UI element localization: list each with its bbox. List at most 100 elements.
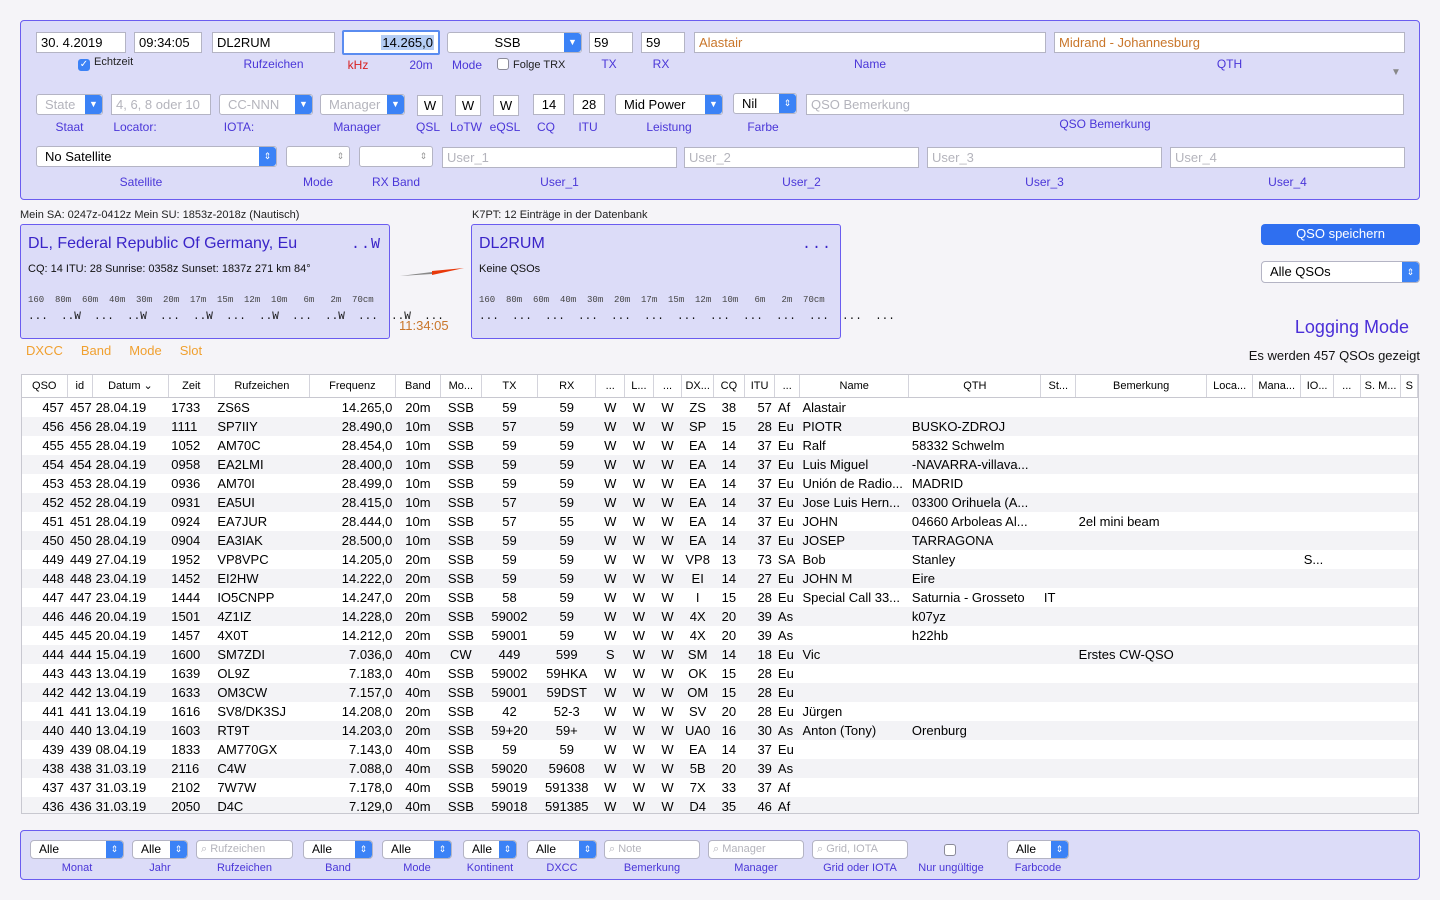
- column-header[interactable]: Name: [799, 375, 910, 398]
- power-select[interactable]: Mid Power ▼: [615, 94, 723, 115]
- column-header[interactable]: id: [67, 375, 94, 398]
- column-header[interactable]: S: [1400, 375, 1418, 398]
- table-row[interactable]: 442 442 13.04.19 1633 OM3CW 7.157,0 40m SSB 5900…: [22, 682, 1418, 702]
- user2-field[interactable]: User_2: [684, 147, 919, 168]
- table-row[interactable]: 448 448 23.04.19 1452 EI2HW 14.222,0 20m SSB 59 5…: [22, 568, 1418, 588]
- mode-filter[interactable]: Alle ⇕: [382, 840, 452, 859]
- column-header[interactable]: QTH: [908, 375, 1042, 398]
- time-field[interactable]: 09:34:05: [134, 32, 202, 53]
- expand-triangle-icon[interactable]: ▼: [1391, 67, 1401, 78]
- year-filter[interactable]: Alle ⇕: [132, 840, 188, 859]
- dxcc-filter[interactable]: Alle ⇕: [527, 840, 597, 859]
- column-header[interactable]: TX: [481, 375, 539, 398]
- colorcode-filter[interactable]: Alle ⇕: [1007, 840, 1069, 859]
- eqsl-field[interactable]: W: [493, 95, 519, 116]
- tab-dxcc[interactable]: DXCC: [26, 343, 63, 358]
- tab-mode[interactable]: Mode: [129, 343, 162, 358]
- table-row[interactable]: 457 457 28.04.19 1733 ZS6S 14.265,0 20m SSB 59 59…: [22, 397, 1418, 417]
- column-header[interactable]: ...: [595, 375, 626, 398]
- column-header[interactable]: Band: [395, 375, 441, 398]
- table-row[interactable]: 454 454 28.04.19 0958 EA2LMI 28.400,0 10m SSB 59…: [22, 454, 1418, 474]
- user3-field[interactable]: User_3: [927, 147, 1162, 168]
- column-header[interactable]: ...: [774, 375, 800, 398]
- table-row[interactable]: 447 447 23.04.19 1444 IO5CNPP 14.247,0 20m SSB 5…: [22, 588, 1418, 607]
- table-row[interactable]: 450 450 28.04.19 0904 EA3IAK 28.500,0 10m SSB 59…: [22, 530, 1418, 550]
- column-header[interactable]: Frequenz: [309, 375, 396, 398]
- rx-band-select[interactable]: ⇕: [359, 146, 433, 167]
- table-row[interactable]: 453 453 28.04.19 0936 AM70I 28.499,0 10m SSB 59 5…: [22, 474, 1418, 493]
- column-header[interactable]: Mo...: [440, 375, 482, 398]
- color-select[interactable]: Nil ⇕: [733, 93, 797, 114]
- column-header[interactable]: Rufzeichen: [214, 375, 310, 398]
- sat-mode-select[interactable]: ⇕: [286, 146, 350, 167]
- table-row[interactable]: 446 446 20.04.19 1501 4Z1IZ 14.228,0 20m SSB 590…: [22, 606, 1418, 626]
- column-header[interactable]: ...: [1333, 375, 1361, 398]
- table-row[interactable]: 440 440 13.04.19 1603 RT9T 14.203,0 20m SSB 59+2…: [22, 720, 1418, 740]
- follow-trx-checkbox[interactable]: Folge TRX: [497, 58, 565, 71]
- itu-field[interactable]: 28: [573, 94, 605, 115]
- callsign-filter[interactable]: ⌕ Rufzeichen: [196, 840, 293, 859]
- date-field[interactable]: 30. 4.2019: [36, 32, 126, 53]
- column-header[interactable]: CQ: [713, 375, 745, 398]
- satellite-select[interactable]: No Satellite ⇕: [36, 146, 277, 167]
- column-header[interactable]: Loca...: [1206, 375, 1254, 398]
- column-header[interactable]: ITU: [744, 375, 776, 398]
- column-header[interactable]: DX...: [681, 375, 715, 398]
- user1-field[interactable]: User_1: [442, 147, 677, 168]
- user4-field[interactable]: User_4: [1170, 147, 1405, 168]
- qso-filter-select[interactable]: Alle QSOs ⇕: [1261, 261, 1420, 283]
- table-cell: 445: [42, 627, 65, 643]
- save-qso-button[interactable]: QSO speichern: [1261, 224, 1420, 245]
- callsign-field[interactable]: DL2RUM: [212, 32, 335, 53]
- table-row[interactable]: 452 452 28.04.19 0931 EA5UI 28.415,0 10m SSB 57 5…: [22, 492, 1418, 512]
- state-select[interactable]: State ▼: [36, 94, 103, 115]
- column-header[interactable]: Mana...: [1252, 375, 1302, 398]
- remark-field[interactable]: QSO Bemerkung: [806, 94, 1404, 115]
- tx-field[interactable]: 59: [589, 32, 633, 53]
- column-header[interactable]: Zeit: [168, 375, 215, 398]
- table-row[interactable]: 439 439 08.04.19 1833 AM770GX 7.143,0 40m SSB 59…: [22, 740, 1418, 759]
- iota-select[interactable]: CC-NNN ▼: [219, 94, 313, 115]
- rx-field[interactable]: 59: [641, 32, 685, 53]
- table-row[interactable]: 438 438 31.03.19 2116 C4W 7.088,0 40m SSB 59020 5…: [22, 758, 1418, 778]
- mode-select[interactable]: SSB ▼: [447, 32, 582, 53]
- frequency-field[interactable]: 14.265,0: [342, 30, 440, 55]
- column-header[interactable]: ...: [653, 375, 683, 398]
- name-field[interactable]: Alastair: [694, 32, 1046, 53]
- column-header[interactable]: St...: [1040, 375, 1077, 398]
- table-row[interactable]: 456 456 28.04.19 1111 SP7IIY 28.490,0 10m SSB 57…: [22, 416, 1418, 436]
- table-row[interactable]: 436 436 31.03.19 2050 D4C 7.129,0 40m SSB 59018 5…: [22, 796, 1418, 813]
- note-filter[interactable]: ⌕ Note: [604, 840, 700, 859]
- lotw-field[interactable]: W: [455, 95, 481, 116]
- cq-field[interactable]: 14: [533, 94, 565, 115]
- qsl-field[interactable]: W: [417, 95, 443, 116]
- column-header[interactable]: QSO: [22, 375, 68, 398]
- column-header[interactable]: IO...: [1300, 375, 1334, 398]
- table-row[interactable]: 451 451 28.04.19 0924 EA7JUR 28.444,0 10m SSB 57…: [22, 512, 1418, 531]
- grid-filter[interactable]: ⌕ Grid, IOTA: [812, 840, 908, 859]
- column-header[interactable]: Datum ⌄: [92, 375, 169, 398]
- column-header[interactable]: S. M...: [1360, 375, 1402, 398]
- invalid-only-checkbox[interactable]: [944, 842, 960, 857]
- table-row[interactable]: 455 455 28.04.19 1052 AM70C 28.454,0 10m SSB 59 5…: [22, 436, 1418, 455]
- table-row[interactable]: 449 449 27.04.19 1952 VP8VPC 14.205,0 20m SSB 59…: [22, 550, 1418, 569]
- tab-slot[interactable]: Slot: [180, 343, 202, 358]
- month-filter[interactable]: Alle ⇕: [30, 840, 124, 859]
- manager-filter[interactable]: ⌕ Manager: [708, 840, 804, 859]
- column-header[interactable]: Bemerkung: [1075, 375, 1208, 398]
- table-row[interactable]: 445 445 20.04.19 1457 4X0T 14.212,0 20m SSB 5900…: [22, 626, 1418, 645]
- column-header[interactable]: RX: [537, 375, 597, 398]
- table-row[interactable]: 444 444 15.04.19 1600 SM7ZDI 7.036,0 40m CW 449 5…: [22, 644, 1418, 664]
- column-header[interactable]: L...: [624, 375, 654, 398]
- table-row[interactable]: 441 441 13.04.19 1616 SV8/DK3SJ 14.208,0 20m SS…: [22, 702, 1418, 721]
- table-cell: 0904: [168, 530, 215, 550]
- manager-select[interactable]: Manager ▼: [320, 94, 405, 115]
- qth-field[interactable]: Midrand - Johannesburg: [1054, 32, 1405, 53]
- table-row[interactable]: 443 443 13.04.19 1639 OL9Z 7.183,0 40m SSB 59002…: [22, 664, 1418, 683]
- continent-filter[interactable]: Alle ⇕: [463, 840, 517, 859]
- table-row[interactable]: 437 437 31.03.19 2102 7W7W 7.178,0 40m SSB 59019…: [22, 778, 1418, 797]
- tab-band[interactable]: Band: [81, 343, 111, 358]
- band-filter[interactable]: Alle ⇕: [303, 840, 373, 859]
- locator-field[interactable]: 4, 6, 8 oder 10: [111, 94, 211, 115]
- realtime-checkbox[interactable]: ✓ Echtzeit: [78, 56, 133, 71]
